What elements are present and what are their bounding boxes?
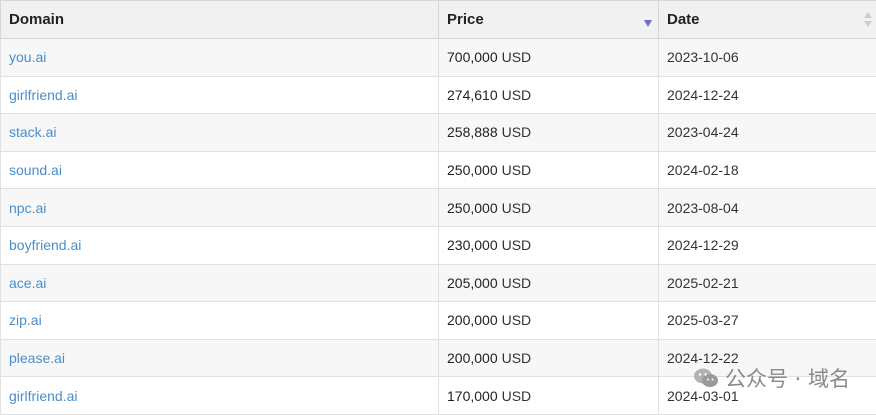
cell-price: 200,000 USD bbox=[438, 301, 659, 340]
price-currency: USD bbox=[501, 237, 532, 254]
cell-domain: ace.ai bbox=[0, 263, 439, 303]
cell-price: 200,000 USD bbox=[438, 338, 659, 378]
price-value: 230,000 bbox=[447, 237, 498, 254]
price-value: 258,888 bbox=[447, 124, 498, 141]
date-value: 2023-04-24 bbox=[667, 124, 739, 141]
price-currency: USD bbox=[501, 387, 532, 404]
date-value: 2024-02-18 bbox=[667, 162, 739, 179]
cell-domain: npc.ai bbox=[0, 188, 439, 227]
price-currency: USD bbox=[501, 86, 532, 103]
cell-domain: you.ai bbox=[0, 38, 439, 77]
domain-link[interactable]: sound.ai bbox=[9, 162, 62, 178]
cell-domain: sound.ai bbox=[0, 150, 439, 190]
table-row: girlfriend.ai 170,000 USD 2024-03-01 bbox=[0, 376, 876, 415]
price-currency: USD bbox=[501, 49, 532, 66]
column-header-price[interactable]: Price bbox=[438, 0, 659, 39]
column-header-price-label: Price bbox=[447, 11, 484, 28]
price-currency: USD bbox=[501, 199, 532, 216]
domain-link[interactable]: you.ai bbox=[9, 49, 46, 65]
table-row: you.ai 700,000 USD 2023-10-06 bbox=[0, 38, 876, 77]
cell-domain: please.ai bbox=[0, 338, 439, 378]
cell-date: 2024-02-18 bbox=[658, 150, 876, 190]
table-row: sound.ai 250,000 USD 2024-02-18 bbox=[0, 150, 876, 190]
domain-link[interactable]: girlfriend.ai bbox=[9, 388, 77, 404]
table-header-row: Domain Price Date bbox=[0, 0, 876, 39]
domain-link[interactable]: stack.ai bbox=[9, 124, 56, 140]
cell-price: 205,000 USD bbox=[438, 263, 659, 303]
column-header-domain[interactable]: Domain bbox=[0, 0, 439, 39]
domain-link[interactable]: zip.ai bbox=[9, 312, 42, 328]
cell-price: 700,000 USD bbox=[438, 38, 659, 77]
domain-link[interactable]: girlfriend.ai bbox=[9, 87, 77, 103]
domain-link[interactable]: npc.ai bbox=[9, 200, 46, 216]
date-value: 2024-03-01 bbox=[667, 387, 739, 404]
column-header-date[interactable]: Date bbox=[658, 0, 876, 39]
domain-sales-table: Domain Price Date you.ai 700,000 USD 2023-1… bbox=[0, 0, 876, 415]
price-currency: USD bbox=[501, 162, 532, 179]
cell-domain: boyfriend.ai bbox=[0, 225, 439, 265]
domain-link[interactable]: ace.ai bbox=[9, 275, 46, 291]
column-header-domain-label: Domain bbox=[9, 11, 65, 28]
price-value: 170,000 bbox=[447, 387, 498, 404]
cell-price: 258,888 USD bbox=[438, 113, 659, 152]
domain-link[interactable]: please.ai bbox=[9, 350, 65, 366]
cell-date: 2024-12-22 bbox=[658, 338, 876, 378]
sort-unsorted-icon[interactable] bbox=[864, 12, 872, 28]
table-row: npc.ai 250,000 USD 2023-08-04 bbox=[0, 188, 876, 227]
date-value: 2024-12-29 bbox=[667, 237, 739, 254]
table-body: you.ai 700,000 USD 2023-10-06 girlfriend.ai 2… bbox=[0, 38, 876, 415]
cell-price: 274,610 USD bbox=[438, 75, 659, 115]
date-value: 2023-08-04 bbox=[667, 199, 739, 216]
cell-domain: girlfriend.ai bbox=[0, 376, 439, 415]
cell-domain: girlfriend.ai bbox=[0, 75, 439, 115]
price-value: 205,000 bbox=[447, 274, 498, 291]
price-currency: USD bbox=[501, 350, 532, 367]
table-row: ace.ai 205,000 USD 2025-02-21 bbox=[0, 263, 876, 303]
table-row: stack.ai 258,888 USD 2023-04-24 bbox=[0, 113, 876, 152]
date-value: 2024-12-24 bbox=[667, 86, 739, 103]
cell-date: 2024-12-29 bbox=[658, 225, 876, 265]
sort-descending-icon[interactable] bbox=[644, 20, 652, 27]
cell-domain: zip.ai bbox=[0, 301, 439, 340]
table-row: zip.ai 200,000 USD 2025-03-27 bbox=[0, 301, 876, 340]
table-row: boyfriend.ai 230,000 USD 2024-12-29 bbox=[0, 225, 876, 265]
price-value: 274,610 bbox=[447, 86, 498, 103]
domain-link[interactable]: boyfriend.ai bbox=[9, 237, 81, 253]
cell-price: 170,000 USD bbox=[438, 376, 659, 415]
price-currency: USD bbox=[501, 312, 532, 329]
date-value: 2025-03-27 bbox=[667, 312, 739, 329]
column-header-date-label: Date bbox=[667, 11, 700, 28]
price-value: 250,000 bbox=[447, 162, 498, 179]
cell-date: 2024-12-24 bbox=[658, 75, 876, 115]
price-value: 250,000 bbox=[447, 199, 498, 216]
cell-date: 2024-03-01 bbox=[658, 376, 876, 415]
domain-sales-table-container: Domain Price Date you.ai 700,000 USD 2023-1… bbox=[0, 0, 876, 415]
date-value: 2023-10-06 bbox=[667, 49, 739, 66]
price-currency: USD bbox=[501, 124, 532, 141]
price-value: 700,000 bbox=[447, 49, 498, 66]
cell-date: 2023-08-04 bbox=[658, 188, 876, 227]
date-value: 2024-12-22 bbox=[667, 350, 739, 367]
cell-date: 2023-04-24 bbox=[658, 113, 876, 152]
cell-date: 2025-03-27 bbox=[658, 301, 876, 340]
table-row: please.ai 200,000 USD 2024-12-22 bbox=[0, 338, 876, 378]
price-value: 200,000 bbox=[447, 312, 498, 329]
cell-date: 2025-02-21 bbox=[658, 263, 876, 303]
table-row: girlfriend.ai 274,610 USD 2024-12-24 bbox=[0, 75, 876, 115]
cell-price: 250,000 USD bbox=[438, 188, 659, 227]
cell-domain: stack.ai bbox=[0, 113, 439, 152]
price-value: 200,000 bbox=[447, 350, 498, 367]
cell-price: 230,000 USD bbox=[438, 225, 659, 265]
date-value: 2025-02-21 bbox=[667, 274, 739, 291]
price-currency: USD bbox=[501, 274, 532, 291]
cell-price: 250,000 USD bbox=[438, 150, 659, 190]
cell-date: 2023-10-06 bbox=[658, 38, 876, 77]
